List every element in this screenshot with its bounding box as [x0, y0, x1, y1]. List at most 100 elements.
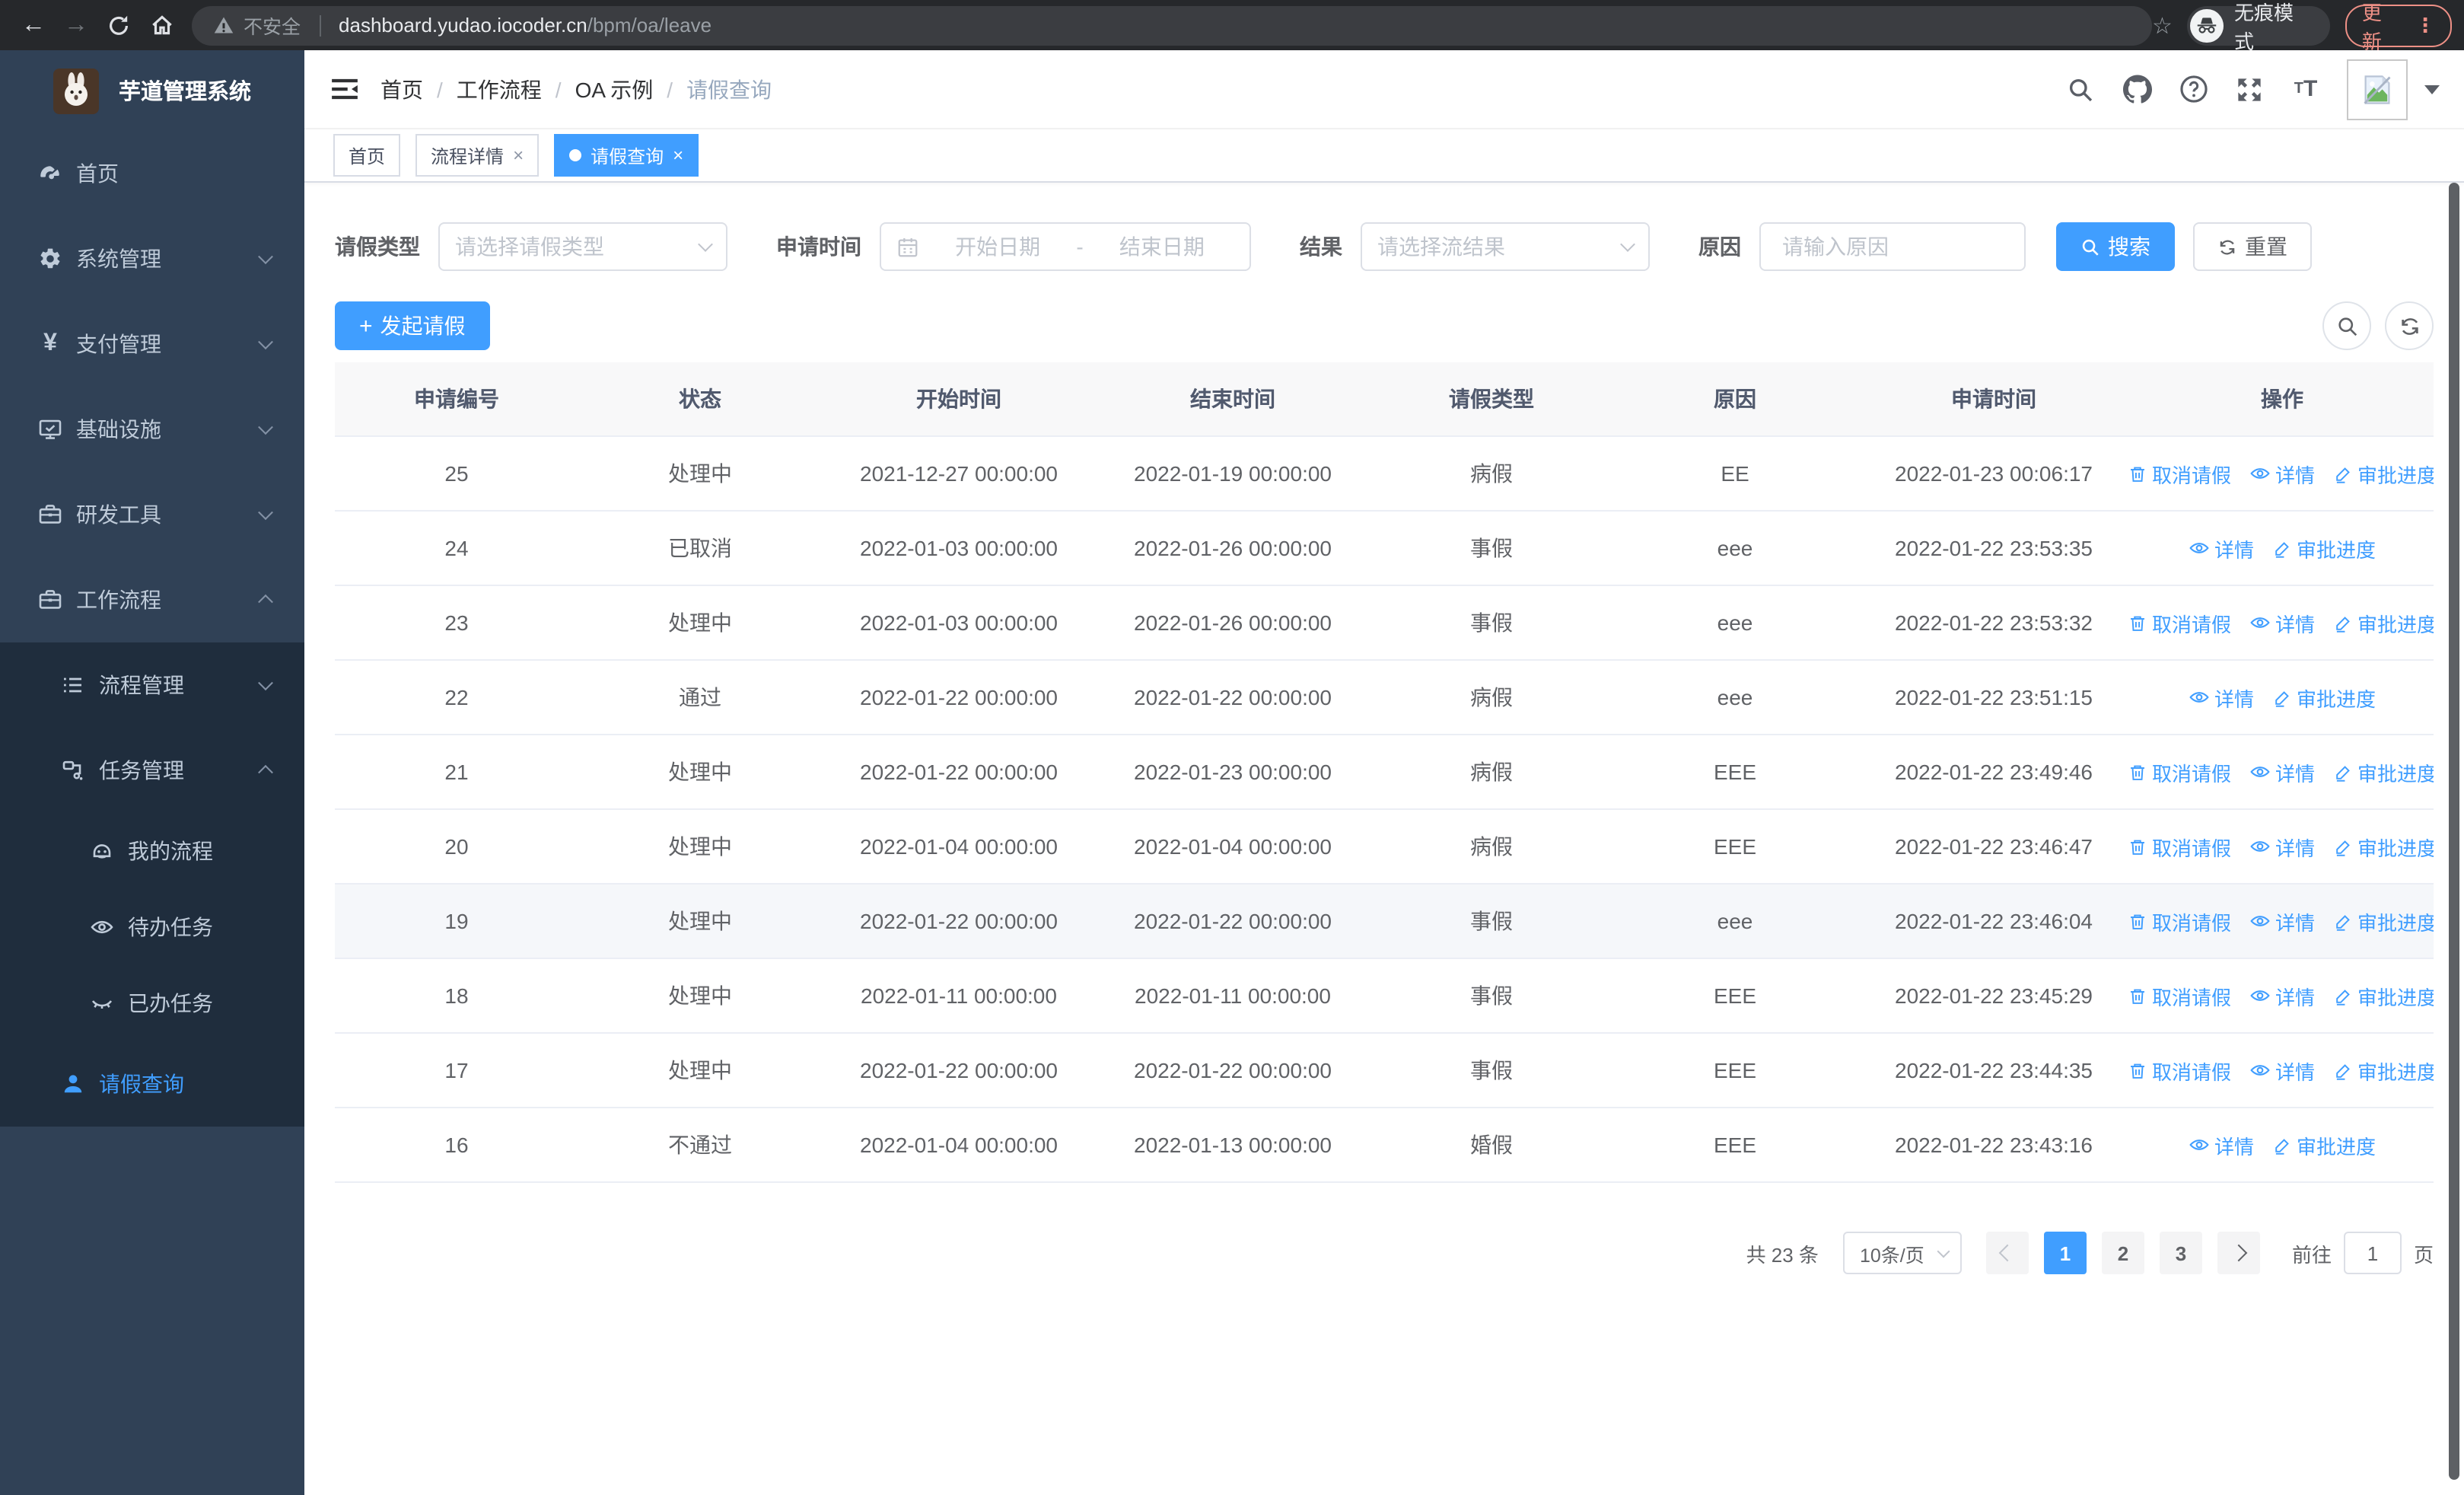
- detail-link[interactable]: 详情: [2249, 832, 2315, 861]
- browser-forward-button[interactable]: →: [55, 4, 97, 46]
- show-search-toggle-button[interactable]: [2322, 301, 2371, 350]
- sidebar-item-devtools[interactable]: 研发工具: [0, 472, 304, 557]
- detail-link[interactable]: 详情: [2249, 907, 2315, 936]
- browser-menu-button[interactable]: ⋮: [2415, 13, 2435, 37]
- sidebar-item-system[interactable]: 系统管理: [0, 216, 304, 301]
- tag-leave-query[interactable]: 请假查询 ×: [554, 134, 699, 177]
- browser-refresh-button[interactable]: [97, 4, 140, 46]
- page-button-3[interactable]: 3: [2159, 1232, 2202, 1274]
- breadcrumb-workflow[interactable]: 工作流程: [457, 74, 542, 104]
- toolbox-icon: [38, 588, 62, 612]
- goto-page-input[interactable]: [2343, 1232, 2402, 1274]
- cell-end-time: 2022-01-23 00:00:00: [1134, 760, 1332, 784]
- cancel-leave-link[interactable]: 取消请假: [2131, 757, 2231, 786]
- page-button-1[interactable]: 1: [2043, 1232, 2087, 1274]
- apply-time-range-picker[interactable]: 开始日期 - 结束日期: [880, 222, 1251, 271]
- approval-progress-link[interactable]: 审批进度: [2333, 757, 2434, 786]
- cell-actions: 详情 审批进度: [2131, 1130, 2434, 1159]
- security-chip[interactable]: 不安全: [213, 11, 301, 40]
- search-button[interactable]: 搜索: [2056, 222, 2175, 271]
- tag-process-detail[interactable]: 流程详情 ×: [415, 134, 540, 177]
- cell-end-time: 2022-01-22 00:00:00: [1134, 1058, 1332, 1082]
- cancel-leave-link[interactable]: 取消请假: [2131, 981, 2231, 1010]
- result-select[interactable]: 请选择流结果: [1361, 222, 1650, 271]
- end-date-placeholder: 结束日期: [1119, 234, 1205, 259]
- leave-type-select[interactable]: 请选择请假类型: [438, 222, 727, 271]
- bookmark-star-icon[interactable]: ☆: [2152, 11, 2173, 39]
- approval-progress-link[interactable]: 审批进度: [2333, 832, 2434, 861]
- help-button[interactable]: [2178, 74, 2208, 104]
- github-button[interactable]: [2122, 74, 2152, 104]
- sidebar-item-home[interactable]: 首页: [0, 131, 304, 216]
- avatar-caret-icon[interactable]: [2424, 84, 2440, 94]
- edit-icon: [2336, 989, 2350, 1005]
- sidebar-item-task-management[interactable]: 任务管理: [0, 728, 304, 813]
- close-icon[interactable]: ×: [513, 145, 524, 166]
- breadcrumb-oa-example[interactable]: OA 示例: [575, 74, 654, 104]
- sidebar-item-my-process[interactable]: 我的流程: [0, 813, 304, 889]
- cell-actions: 取消请假 详情 审批进度: [2131, 459, 2434, 488]
- sidebar-item-label: 支付管理: [76, 332, 161, 356]
- create-leave-button[interactable]: + 发起请假: [335, 301, 490, 350]
- detail-link[interactable]: 详情: [2249, 459, 2315, 488]
- approval-progress-link[interactable]: 审批进度: [2272, 534, 2376, 563]
- table-row: 22 通过 2022-01-22 00:00:00 2022-01-22 00:…: [335, 661, 2434, 735]
- browser-home-button[interactable]: [140, 4, 183, 46]
- sidebar-item-payment[interactable]: ¥ 支付管理: [0, 301, 304, 387]
- font-size-button[interactable]: TT: [2291, 74, 2321, 104]
- approval-progress-link[interactable]: 审批进度: [2333, 608, 2434, 637]
- detail-link[interactable]: 详情: [2249, 757, 2315, 786]
- active-dot: [569, 149, 582, 161]
- page-size-select[interactable]: 10条/页: [1842, 1232, 1962, 1274]
- cancel-leave-link[interactable]: 取消请假: [2131, 459, 2231, 488]
- refresh-table-button[interactable]: [2385, 301, 2434, 350]
- fullscreen-button[interactable]: [2234, 74, 2265, 104]
- breadcrumb-home[interactable]: 首页: [380, 74, 423, 104]
- cancel-leave-link[interactable]: 取消请假: [2131, 907, 2231, 936]
- search-button[interactable]: [2065, 74, 2096, 104]
- sidebar-item-leave-query[interactable]: 请假查询: [0, 1041, 304, 1127]
- page-button-2[interactable]: 2: [2101, 1232, 2144, 1274]
- sidebar-item-label: 待办任务: [128, 915, 213, 939]
- sidebar-item-infrastructure[interactable]: 基础设施: [0, 387, 304, 472]
- reason-input[interactable]: [1779, 233, 2006, 260]
- approval-progress-link[interactable]: 审批进度: [2333, 1056, 2434, 1085]
- detail-link[interactable]: 详情: [2249, 981, 2315, 1010]
- close-icon[interactable]: ×: [673, 145, 683, 166]
- cell-start-time: 2022-01-22 00:00:00: [860, 1058, 1058, 1082]
- detail-link[interactable]: 详情: [2249, 608, 2315, 637]
- tag-home[interactable]: 首页: [333, 134, 401, 177]
- browser-back-button[interactable]: ←: [12, 4, 55, 46]
- approval-progress-link[interactable]: 审批进度: [2333, 459, 2434, 488]
- cell-id: 21: [444, 760, 469, 784]
- update-button[interactable]: 更新: [2362, 0, 2400, 54]
- avatar[interactable]: [2347, 59, 2408, 120]
- next-page-button[interactable]: [2217, 1232, 2260, 1274]
- detail-link[interactable]: 详情: [2189, 683, 2254, 712]
- prev-page-button[interactable]: [1985, 1232, 2029, 1274]
- approval-progress-link[interactable]: 审批进度: [2272, 1130, 2376, 1159]
- approval-progress-link[interactable]: 审批进度: [2272, 683, 2376, 712]
- sidebar-item-process-management[interactable]: 流程管理: [0, 642, 304, 728]
- sidebar-item-workflow[interactable]: 工作流程: [0, 557, 304, 642]
- cell-reason: eee: [1717, 610, 1753, 635]
- approval-progress-link[interactable]: 审批进度: [2333, 981, 2434, 1010]
- address-bar[interactable]: 不安全 dashboard.yudao.iocoder.cn/bpm/oa/le…: [192, 5, 2152, 45]
- incognito-badge: 无痕模式: [2187, 1, 2330, 53]
- cell-reason: EE: [1721, 461, 1749, 486]
- sidebar-fold-button[interactable]: [320, 65, 368, 113]
- page-scrollbar[interactable]: [2449, 183, 2459, 1480]
- detail-link[interactable]: 详情: [2189, 1130, 2254, 1159]
- leave-table: 申请编号 状态 开始时间 结束时间 请假类型 原因 申请时间 操作 25 处理中…: [335, 362, 2434, 1183]
- cell-actions: 详情 审批进度: [2131, 683, 2434, 712]
- approval-progress-link[interactable]: 审批进度: [2333, 907, 2434, 936]
- sidebar-item-done-tasks[interactable]: 已办任务: [0, 965, 304, 1041]
- cancel-leave-link[interactable]: 取消请假: [2131, 608, 2231, 637]
- detail-link[interactable]: 详情: [2189, 534, 2254, 563]
- cancel-leave-link[interactable]: 取消请假: [2131, 1056, 2231, 1085]
- cancel-leave-link[interactable]: 取消请假: [2131, 832, 2231, 861]
- detail-link[interactable]: 详情: [2249, 1056, 2315, 1085]
- reset-button[interactable]: 重置: [2193, 222, 2312, 271]
- sidebar-item-todo-tasks[interactable]: 待办任务: [0, 889, 304, 965]
- cell-apply-time: 2022-01-22 23:51:15: [1895, 685, 2093, 709]
